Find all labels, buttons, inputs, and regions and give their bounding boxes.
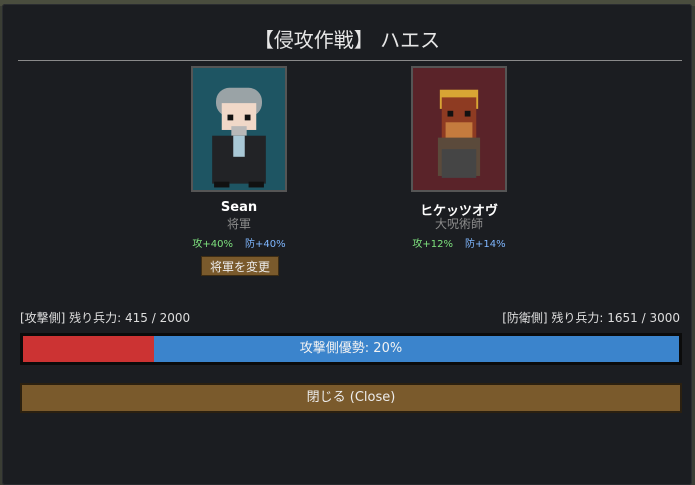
attacker-def-label: 防 xyxy=(245,239,255,250)
attacker-portrait xyxy=(191,66,287,192)
attacker-name: Sean xyxy=(220,200,258,215)
attacker-atk-label: 攻 xyxy=(192,239,203,250)
defender-atk-label: 攻 xyxy=(412,239,423,250)
attacker-stats: 攻+40% 防+40% xyxy=(159,235,319,250)
advantage-text: 攻撃側優勢: 20% xyxy=(299,341,403,356)
siege-dialog: 【侵攻作戦】 ハエス Sean 将軍 攻+40% 防+40% 将軍を変更 ヒケッ… xyxy=(2,4,692,485)
advantage-bar: 攻撃側優勢: 20% xyxy=(20,333,682,365)
general-portrait-icon xyxy=(212,87,266,188)
defender-def-label: 防 xyxy=(465,239,475,250)
sorcerer-portrait-icon xyxy=(437,89,481,178)
change-general-button[interactable]: 将軍を変更 xyxy=(201,256,279,276)
defender-troops-label: [防衛側] 残り兵力: 1651 / 3000 xyxy=(502,311,680,325)
defender-def-value: +14% xyxy=(475,239,506,250)
attacker-def-value: +40% xyxy=(255,239,286,250)
dialog-title: 【侵攻作戦】 ハエス xyxy=(253,28,441,52)
defender-role: 大呪術師 xyxy=(434,217,483,231)
defender-portrait xyxy=(411,66,507,192)
attacker-role: 将軍 xyxy=(226,217,251,231)
attacker-atk-value: +40% xyxy=(202,239,233,250)
title-divider xyxy=(18,60,682,61)
advantage-bar-track: 攻撃側優勢: 20% xyxy=(23,336,679,362)
defender-stats: 攻+12% 防+14% xyxy=(379,235,539,250)
defender-atk-value: +12% xyxy=(422,239,453,250)
attacker-troops-label: [攻撃側] 残り兵力: 415 / 2000 xyxy=(20,311,191,325)
close-button[interactable]: 閉じる (Close) xyxy=(20,383,682,413)
